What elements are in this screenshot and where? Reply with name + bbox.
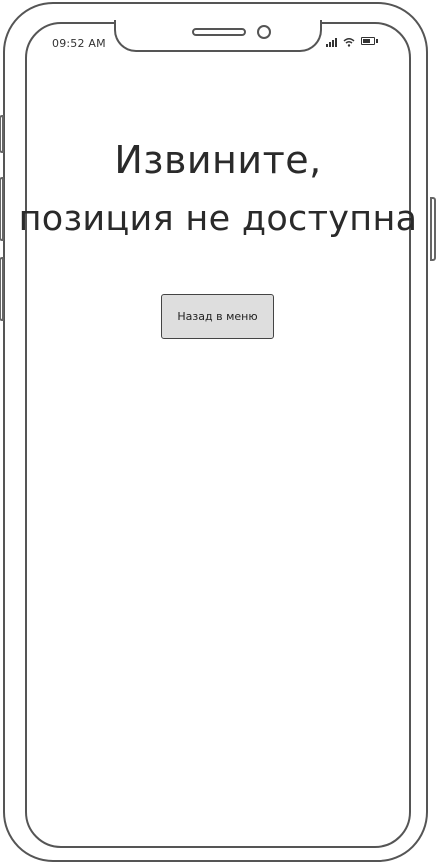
battery-icon	[361, 37, 378, 45]
error-title-line2: позиция не доступна	[18, 199, 418, 239]
camera-icon	[257, 25, 271, 39]
error-title-line1: Извините,	[114, 138, 322, 182]
speaker-icon	[192, 28, 246, 36]
volume-down-button	[0, 257, 4, 321]
notch	[114, 20, 322, 52]
signal-icon	[326, 37, 337, 47]
wifi-icon	[343, 38, 355, 47]
status-time: 09:52 AM	[52, 37, 106, 50]
status-icons	[326, 37, 378, 47]
back-to-menu-button[interactable]: Назад в меню	[161, 294, 274, 339]
